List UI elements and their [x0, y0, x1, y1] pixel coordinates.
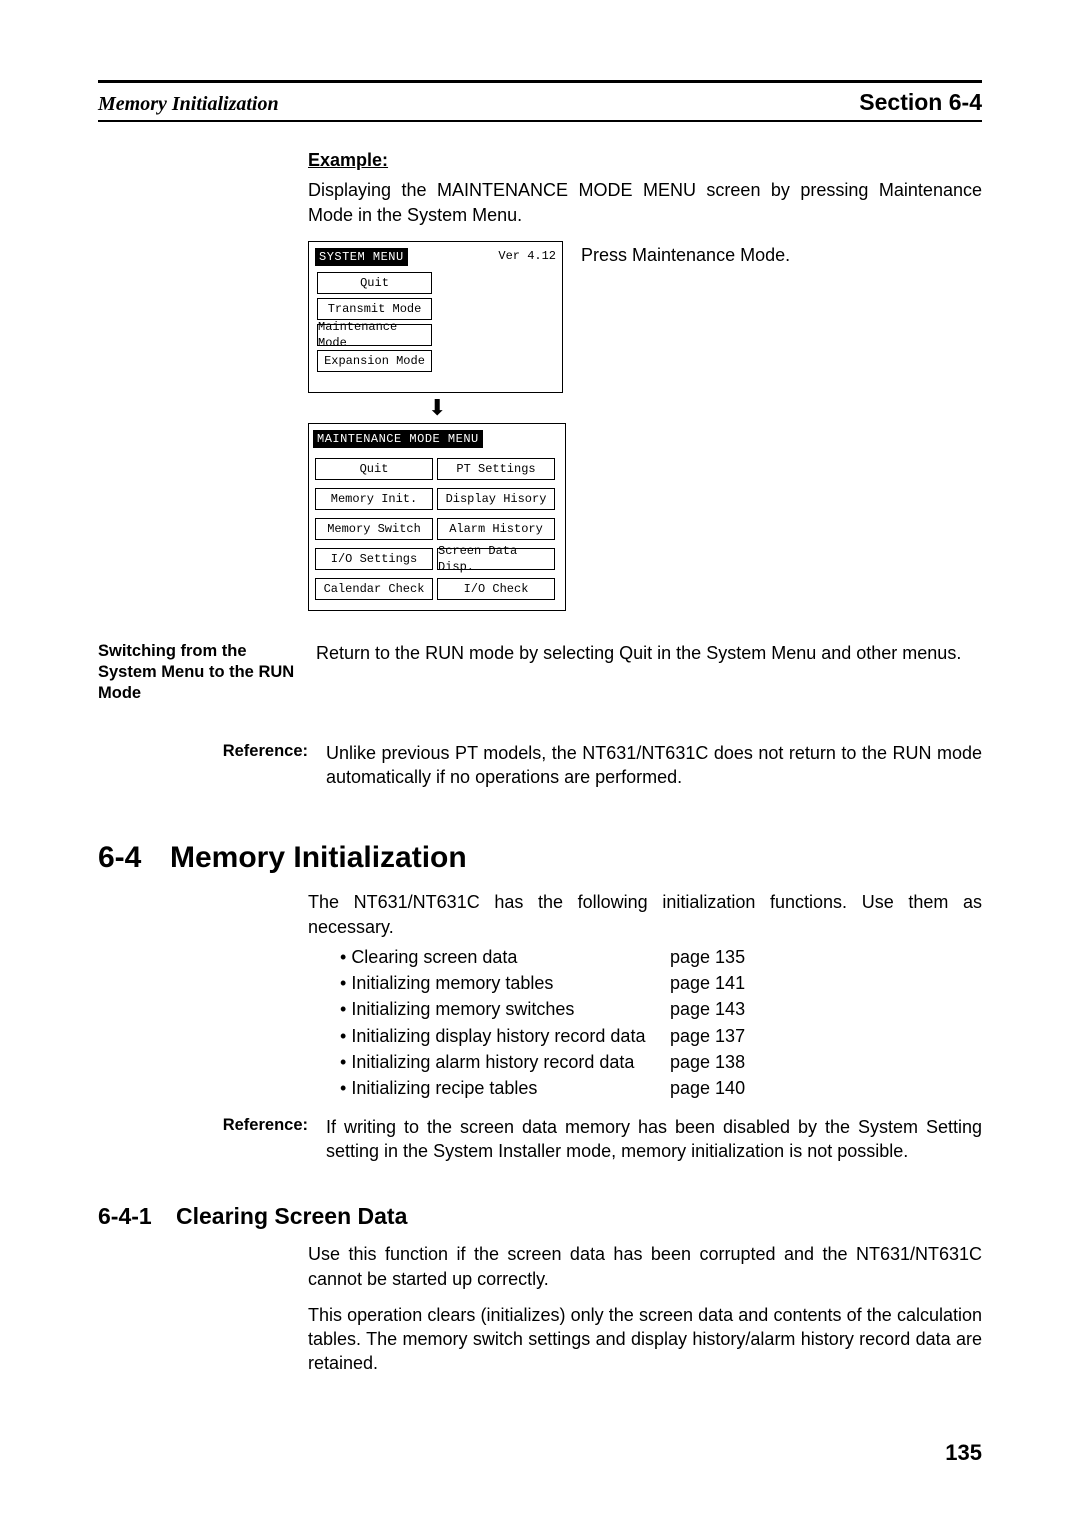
- page-number: 135: [945, 1438, 982, 1468]
- section-6-4-heading: 6-4 Memory Initialization: [98, 838, 982, 879]
- mm-btn-io-check[interactable]: I/O Check: [437, 578, 555, 600]
- bullet-text: Initializing alarm history record data: [340, 1050, 670, 1074]
- reference2-body: If writing to the screen data memory has…: [326, 1115, 982, 1164]
- switching-label: Switching from the System Menu to the RU…: [98, 641, 316, 703]
- init-functions-list: Clearing screen data page 135 Initializi…: [340, 945, 982, 1101]
- sm-btn-transmit[interactable]: Transmit Mode: [317, 298, 432, 320]
- list-item: Clearing screen data page 135: [340, 945, 982, 969]
- running-header: Memory Initialization Section 6-4: [98, 87, 982, 122]
- mm-btn-display-history[interactable]: Display Hisory: [437, 488, 555, 510]
- list-item: Initializing alarm history record data p…: [340, 1050, 982, 1074]
- system-menu-screen: SYSTEM MENU Ver 4.12 Quit Transmit Mode …: [308, 241, 563, 393]
- header-left: Memory Initialization: [98, 91, 279, 118]
- list-item: Initializing recipe tables page 140: [340, 1076, 982, 1100]
- reference1-body: Unlike previous PT models, the NT631/NT6…: [326, 741, 982, 790]
- section-6-4-intro: The NT631/NT631C has the following initi…: [308, 890, 982, 939]
- section-6-4-number: 6-4: [98, 838, 170, 879]
- sm-btn-expansion[interactable]: Expansion Mode: [317, 350, 432, 372]
- mm-btn-screen-data-disp[interactable]: Screen Data Disp.: [437, 548, 555, 570]
- system-menu-title: SYSTEM MENU: [315, 248, 408, 266]
- list-item: Initializing memory switches page 143: [340, 997, 982, 1021]
- system-menu-version: Ver 4.12: [498, 248, 556, 266]
- reference2-label: Reference:: [98, 1115, 326, 1136]
- section-6-4-1-p1: Use this function if the screen data has…: [308, 1242, 982, 1291]
- arrow-down-icon: ⬇: [428, 397, 982, 419]
- bullet-page: page 141: [670, 971, 745, 995]
- maintenance-menu-screen: MAINTENANCE MODE MENU Quit PT Settings M…: [308, 423, 566, 611]
- bullet-page: page 140: [670, 1076, 745, 1100]
- press-instruction: Press Maintenance Mode.: [581, 243, 790, 267]
- mm-btn-memory-init[interactable]: Memory Init.: [315, 488, 433, 510]
- bullet-text: Initializing memory tables: [340, 971, 670, 995]
- section-6-4-1-body: Use this function if the screen data has…: [308, 1242, 982, 1375]
- section-6-4-1-number: 6-4-1: [98, 1201, 176, 1232]
- reference1-label: Reference:: [98, 741, 326, 762]
- mm-btn-alarm-history[interactable]: Alarm History: [437, 518, 555, 540]
- bullet-page: page 135: [670, 945, 745, 969]
- section-6-4-1-heading: 6-4-1 Clearing Screen Data: [98, 1201, 982, 1232]
- switching-body: Return to the RUN mode by selecting Quit…: [316, 641, 982, 665]
- bullet-text: Initializing display history record data: [340, 1024, 670, 1048]
- section-6-4-1-p2: This operation clears (initializes) only…: [308, 1303, 982, 1376]
- maint-menu-title: MAINTENANCE MODE MENU: [313, 430, 483, 448]
- bullet-text: Initializing recipe tables: [340, 1076, 670, 1100]
- list-item: Initializing memory tables page 141: [340, 971, 982, 995]
- mm-btn-quit[interactable]: Quit: [315, 458, 433, 480]
- section-6-4-title: Memory Initialization: [170, 838, 467, 879]
- bullet-text: Clearing screen data: [340, 945, 670, 969]
- bullet-text: Initializing memory switches: [340, 997, 670, 1021]
- sm-btn-maintenance[interactable]: Maintenance Mode: [317, 324, 432, 346]
- mm-btn-calendar-check[interactable]: Calendar Check: [315, 578, 433, 600]
- list-item: Initializing display history record data…: [340, 1024, 982, 1048]
- sm-btn-quit[interactable]: Quit: [317, 272, 432, 294]
- bullet-page: page 138: [670, 1050, 745, 1074]
- top-rule: [98, 80, 982, 83]
- example-heading: Example:: [308, 148, 982, 172]
- section-6-4-1-title: Clearing Screen Data: [176, 1201, 407, 1232]
- mm-btn-pt-settings[interactable]: PT Settings: [437, 458, 555, 480]
- example-body: Displaying the MAINTENANCE MODE MENU scr…: [308, 178, 982, 227]
- bullet-page: page 143: [670, 997, 745, 1021]
- mm-btn-memory-switch[interactable]: Memory Switch: [315, 518, 433, 540]
- screenshot-group: SYSTEM MENU Ver 4.12 Quit Transmit Mode …: [308, 241, 982, 611]
- bullet-page: page 137: [670, 1024, 745, 1048]
- header-right: Section 6-4: [859, 87, 982, 118]
- mm-btn-io-settings[interactable]: I/O Settings: [315, 548, 433, 570]
